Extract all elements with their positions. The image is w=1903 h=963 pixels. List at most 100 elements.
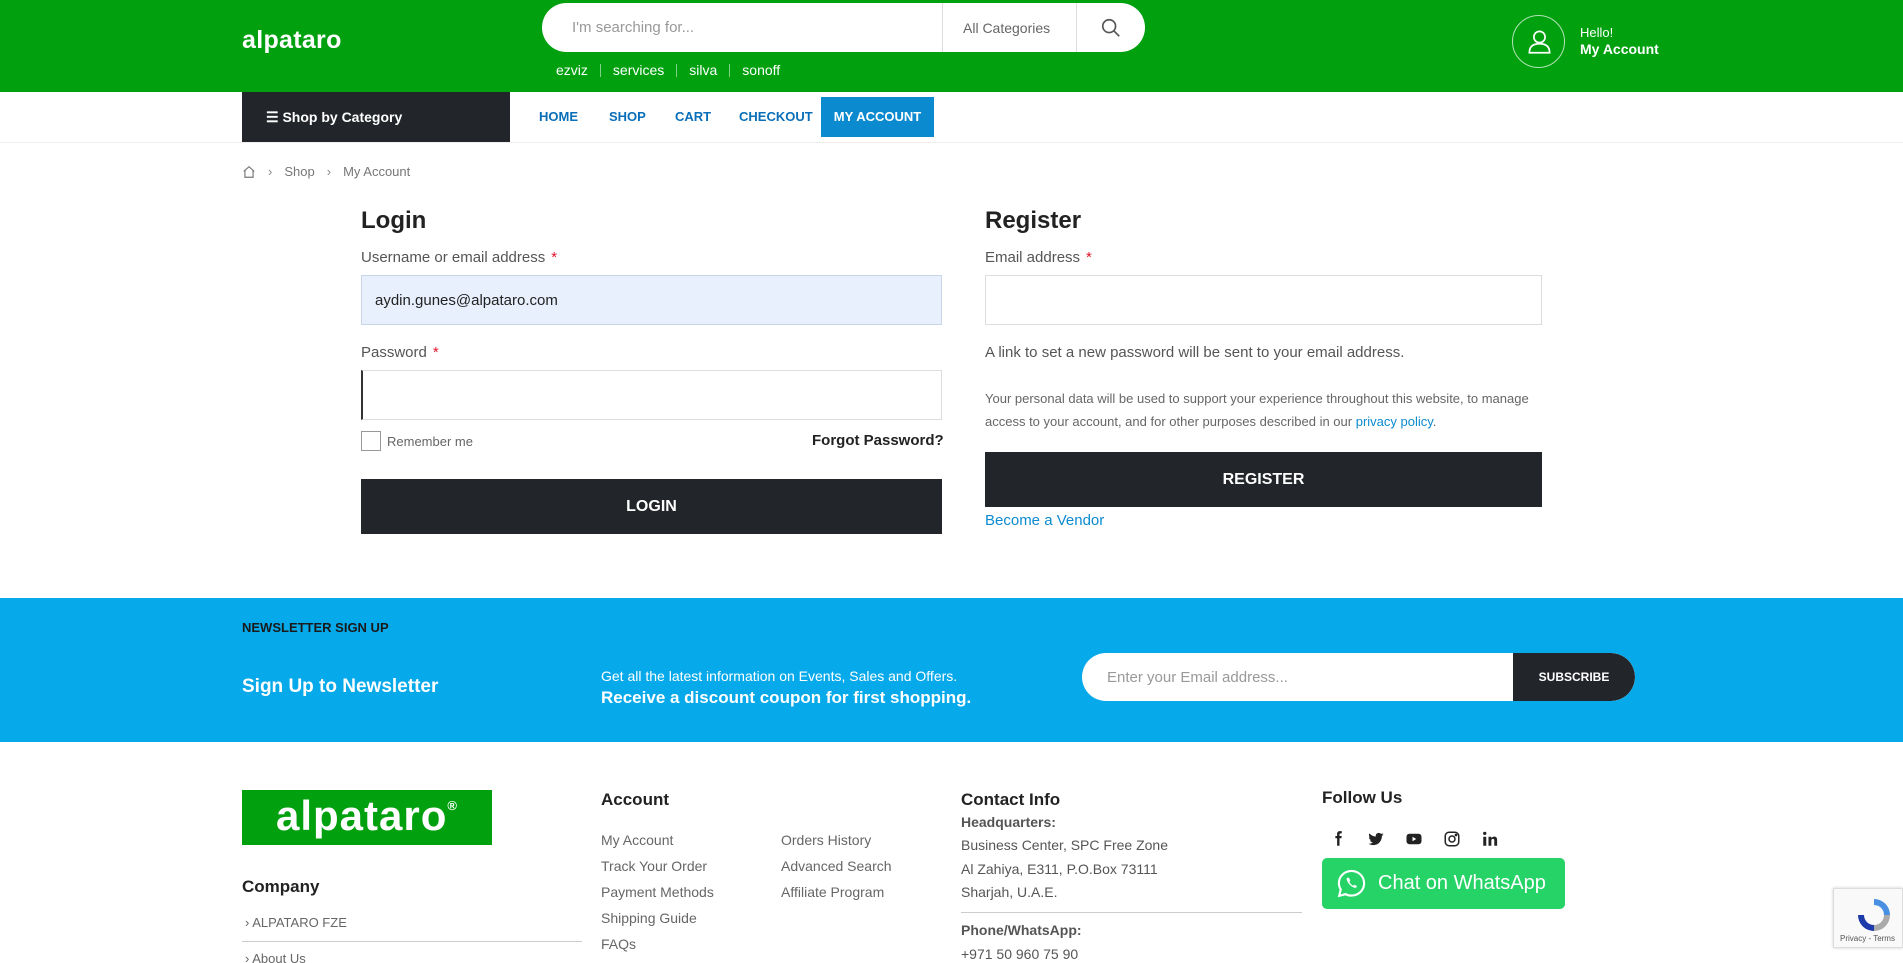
contact-heading: Contact Info — [961, 790, 1061, 809]
username-label-text: Username or email address — [361, 249, 546, 266]
shop-by-category-label: Shop by Category — [282, 109, 403, 125]
privacy-notice-text: Your personal data will be used to suppo… — [985, 391, 1529, 429]
chevron-right-icon: › — [268, 164, 273, 179]
search-divider — [1076, 3, 1077, 52]
footer-logo[interactable]: alpataro® — [242, 790, 492, 845]
register-info-text: A link to set a new password will be sen… — [985, 344, 1405, 361]
twitter-icon[interactable] — [1367, 830, 1385, 848]
tag-link[interactable]: ezviz — [556, 62, 588, 78]
email-label-text: Email address — [985, 249, 1081, 266]
nav-checkout[interactable]: CHECKOUT — [739, 109, 813, 124]
search-divider — [942, 3, 943, 52]
main-navigation: ☰ Shop by Category HOME SHOP CART CHECKO… — [0, 92, 1903, 143]
whatsapp-chat-button[interactable]: Chat on WhatsApp — [1322, 858, 1565, 909]
site-logo[interactable]: alpataro — [242, 26, 342, 55]
breadcrumb-shop[interactable]: Shop — [284, 164, 314, 179]
remember-me-checkbox[interactable] — [361, 431, 381, 451]
popular-tags: ezviz services silva sonoff — [556, 62, 780, 78]
account-avatar[interactable] — [1512, 15, 1565, 68]
menu-icon: ☰ — [266, 109, 283, 125]
account-greeting: Hello! — [1580, 25, 1614, 40]
username-label: Username or email address * — [361, 249, 557, 266]
required-mark: * — [432, 344, 439, 361]
tag-link[interactable]: sonoff — [742, 62, 780, 78]
username-field[interactable]: aydin.gunes@alpataro.com — [361, 275, 942, 325]
company-link-label: ALPATARO FZE — [252, 915, 347, 930]
search-input[interactable]: I'm searching for... — [572, 19, 694, 36]
whatsapp-icon — [1337, 869, 1366, 898]
whatsapp-label: Chat on WhatsApp — [1378, 872, 1546, 894]
tag-link[interactable]: silva — [689, 62, 717, 78]
search-icon[interactable] — [1100, 17, 1122, 39]
instagram-icon[interactable] — [1443, 830, 1461, 848]
home-icon[interactable] — [242, 165, 256, 179]
newsletter-info: Get all the latest information on Events… — [601, 668, 958, 684]
remember-me-label[interactable]: Remember me — [387, 434, 473, 449]
my-account-link[interactable]: My Account — [1580, 41, 1659, 57]
user-icon — [1528, 30, 1551, 54]
footer-link-orders-history[interactable]: Orders History — [781, 832, 871, 848]
nav-cart[interactable]: CART — [675, 109, 711, 124]
nav-my-account[interactable]: MY ACCOUNT — [821, 97, 934, 137]
become-vendor-link[interactable]: Become a Vendor — [985, 512, 1104, 529]
chevron-right-icon: › — [326, 164, 332, 179]
login-title: Login — [361, 207, 427, 234]
newsletter-email-input[interactable]: Enter your Email address... — [1107, 669, 1288, 686]
nav-home[interactable]: HOME — [539, 109, 578, 124]
company-link-label: About Us — [252, 951, 306, 963]
search-bar: I'm searching for... All Categories — [542, 3, 1145, 52]
footer-logo-text: alpataro — [276, 792, 448, 839]
footer-divider — [242, 941, 582, 942]
privacy-policy-link[interactable]: privacy policy — [1356, 414, 1433, 429]
registered-mark: ® — [447, 798, 458, 813]
footer-link-my-account[interactable]: My Account — [601, 832, 673, 848]
youtube-icon[interactable] — [1405, 830, 1423, 848]
password-label-text: Password — [361, 344, 427, 361]
category-select[interactable]: All Categories — [963, 20, 1050, 36]
linkedin-icon[interactable] — [1481, 830, 1499, 848]
company-link[interactable]: › ALPATARO FZE — [245, 915, 347, 930]
footer-link-payment-methods[interactable]: Payment Methods — [601, 884, 714, 900]
facebook-icon[interactable] — [1329, 830, 1347, 848]
breadcrumb-current: My Account — [343, 164, 411, 179]
footer-divider — [961, 912, 1302, 913]
newsletter-heading: NEWSLETTER SIGN UP — [242, 620, 389, 635]
address-line: Al Zahiya, E311, P.O.Box 73111 — [961, 861, 1158, 877]
register-email-field[interactable] — [985, 275, 1542, 325]
nav-shop[interactable]: SHOP — [609, 109, 646, 124]
password-label: Password * — [361, 344, 439, 361]
company-link[interactable]: › About Us — [245, 951, 306, 963]
password-field[interactable] — [361, 370, 942, 420]
privacy-notice-end: . — [1432, 414, 1437, 429]
footer-link-faqs[interactable]: FAQs — [601, 936, 636, 952]
login-button[interactable]: LOGIN — [361, 479, 942, 534]
footer-link-track-order[interactable]: Track Your Order — [601, 858, 707, 874]
recaptcha-terms[interactable]: Privacy - Terms — [1840, 934, 1895, 943]
newsletter-title: Sign Up to Newsletter — [242, 676, 439, 697]
recaptcha-icon — [1858, 899, 1890, 931]
forgot-password-link[interactable]: Forgot Password? — [812, 432, 944, 449]
recaptcha-badge[interactable]: Privacy - Terms — [1833, 888, 1903, 948]
account-heading: Account — [601, 790, 669, 809]
privacy-notice: Your personal data will be used to suppo… — [985, 387, 1545, 433]
register-button[interactable]: REGISTER — [985, 452, 1542, 507]
newsletter-section: NEWSLETTER SIGN UP Sign Up to Newsletter… — [0, 598, 1903, 742]
email-label: Email address * — [985, 249, 1092, 266]
phone-number[interactable]: +971 50 960 75 90 — [961, 946, 1078, 962]
required-mark: * — [1086, 249, 1092, 266]
tag-link[interactable]: services — [613, 62, 664, 78]
tag-divider — [676, 63, 678, 77]
footer-link-advanced-search[interactable]: Advanced Search — [781, 858, 892, 874]
phone-label: Phone/WhatsApp: — [961, 922, 1082, 938]
footer-link-affiliate-program[interactable]: Affiliate Program — [781, 884, 884, 900]
tag-divider — [729, 63, 731, 77]
address-line: Business Center, SPC Free Zone — [961, 837, 1168, 853]
shop-by-category-button[interactable]: ☰ Shop by Category — [242, 92, 510, 142]
subscribe-button[interactable]: SUBSCRIBE — [1513, 653, 1635, 701]
footer-link-shipping-guide[interactable]: Shipping Guide — [601, 910, 697, 926]
top-header: alpataro I'm searching for... All Catego… — [0, 0, 1903, 92]
company-heading: Company — [242, 877, 320, 896]
breadcrumb: › Shop › My Account — [242, 164, 410, 179]
register-title: Register — [985, 207, 1082, 234]
newsletter-offer: Receive a discount coupon for first shop… — [601, 688, 972, 707]
